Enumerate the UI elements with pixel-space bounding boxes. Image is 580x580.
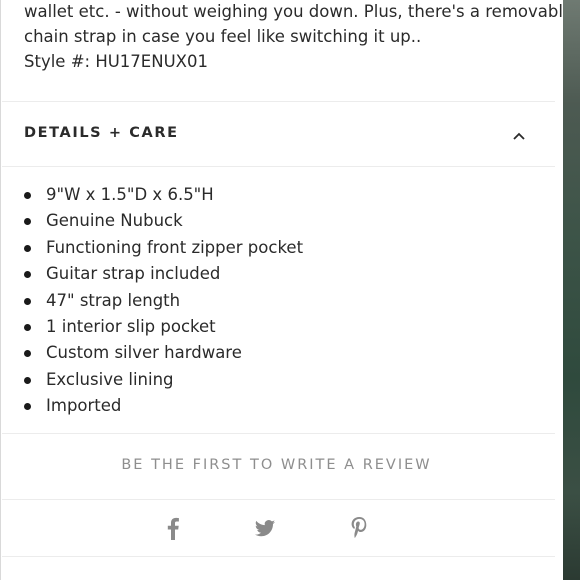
- facebook-icon: [167, 517, 179, 540]
- list-item-text: 9"W x 1.5"D x 6.5"H: [46, 185, 214, 204]
- bullet-icon: [24, 192, 31, 199]
- list-item-text: Genuine Nubuck: [46, 211, 183, 231]
- list-item: 9"W x 1.5"D x 6.5"H: [22, 182, 303, 208]
- divider: [2, 499, 555, 500]
- product-description: wallet etc. - without weighing you down.…: [24, 0, 574, 74]
- bullet-icon: [24, 244, 31, 252]
- details-care-title: DETAILS + CARE: [24, 125, 179, 141]
- divider: [2, 556, 555, 557]
- description-line-2: chain strap in case you feel like switch…: [24, 27, 422, 46]
- facebook-share-button[interactable]: [166, 516, 180, 540]
- list-item: Custom silver hardware: [22, 340, 303, 366]
- bullet-icon: [24, 218, 31, 226]
- product-details-panel: wallet etc. - without weighing you down.…: [0, 0, 574, 580]
- bullet-icon: [24, 271, 31, 279]
- details-list: 9"W x 1.5"D x 6.5"H Genuine Nubuck Funct…: [22, 182, 303, 420]
- bullet-icon: [24, 403, 31, 411]
- list-item-text: Exclusive lining: [46, 369, 174, 389]
- bullet-icon: [24, 297, 31, 305]
- list-item-text: 1 interior slip pocket: [46, 316, 216, 336]
- divider: [2, 166, 555, 167]
- pinterest-icon: [351, 517, 367, 538]
- divider: [2, 101, 555, 102]
- style-number: Style #: HU17ENUX01: [24, 52, 208, 71]
- list-item: Imported: [22, 393, 303, 419]
- list-item-text: 47" strap length: [46, 290, 181, 310]
- twitter-share-button[interactable]: [254, 516, 276, 540]
- list-item-text: Custom silver hardware: [46, 343, 242, 363]
- list-item: 1 interior slip pocket: [22, 314, 303, 340]
- list-item-text: Imported: [46, 396, 122, 416]
- divider: [2, 433, 555, 434]
- list-item: Guitar strap included: [22, 261, 303, 287]
- list-item: 47" strap length: [22, 288, 303, 314]
- bullet-icon: [24, 323, 31, 331]
- description-line-1: wallet etc. - without weighing you down.…: [24, 2, 574, 21]
- write-review-link[interactable]: BE THE FIRST TO WRITE A REVIEW: [0, 457, 553, 473]
- list-item-text: Functioning front zipper pocket: [46, 237, 304, 257]
- twitter-icon: [254, 520, 276, 537]
- bullet-icon: [24, 376, 31, 384]
- bullet-icon: [24, 350, 31, 358]
- background-strip: [563, 0, 580, 580]
- list-item-text: Guitar strap included: [46, 264, 221, 284]
- list-item: Genuine Nubuck: [22, 208, 303, 234]
- list-item: Functioning front zipper pocket: [22, 235, 303, 261]
- list-item: Exclusive lining: [22, 367, 303, 393]
- chevron-up-icon[interactable]: [510, 129, 528, 143]
- pinterest-share-button[interactable]: [350, 516, 368, 540]
